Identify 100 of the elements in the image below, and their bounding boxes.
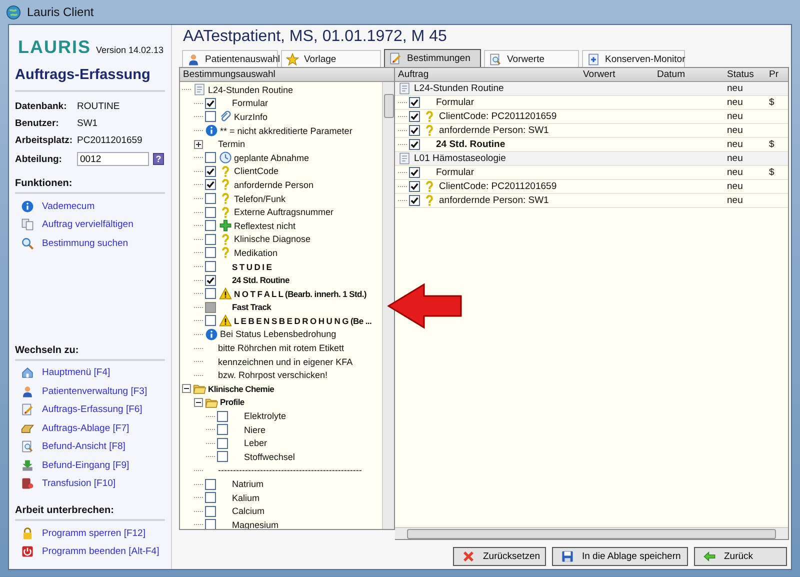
checkbox[interactable] xyxy=(217,451,228,462)
sidebar-link[interactable]: Vademecum xyxy=(42,200,95,212)
tree-item[interactable]: 24 Std. Routine xyxy=(232,275,290,286)
tree-group[interactable]: Profile xyxy=(220,397,244,408)
tree-item[interactable]: N O T F A L L (Bearb. innerh. 1 Std.) xyxy=(234,288,366,299)
checkbox[interactable] xyxy=(205,166,216,177)
checkbox[interactable] xyxy=(409,125,420,136)
tree-item[interactable]: ClientCode xyxy=(234,166,279,176)
checkbox[interactable] xyxy=(409,181,420,192)
column-header[interactable]: Datum xyxy=(657,68,727,81)
tab[interactable]: Patientenauswahl xyxy=(182,50,278,67)
tab[interactable]: Konserven-Monitor xyxy=(582,50,685,67)
status-cell-text: neu xyxy=(727,167,744,178)
department-field[interactable]: 0012 xyxy=(77,152,149,166)
tree-item[interactable]: Stoffwechsel xyxy=(244,452,295,462)
tree-item[interactable]: Medikation xyxy=(234,248,278,258)
tree-item[interactable]: Elektrolyte xyxy=(244,411,286,422)
tree-item[interactable]: Formular xyxy=(232,98,268,108)
checkbox[interactable] xyxy=(205,288,216,300)
tree-item[interactable]: Natrium xyxy=(232,479,264,490)
checkbox[interactable] xyxy=(217,410,228,422)
checkbox[interactable] xyxy=(205,111,216,122)
expand-toggle[interactable] xyxy=(182,384,191,394)
checkbox[interactable] xyxy=(205,152,216,164)
checkbox[interactable] xyxy=(217,438,228,449)
tree-group[interactable]: Klinische Chemie xyxy=(208,384,274,394)
tree-item[interactable]: Reflextest nicht xyxy=(234,220,296,231)
tab[interactable]: Bestimmungen xyxy=(384,49,481,67)
sidebar-link[interactable]: Transfusion [F10] xyxy=(42,478,116,490)
checkbox[interactable] xyxy=(205,261,216,272)
checkbox[interactable] xyxy=(409,139,420,150)
info-icon xyxy=(205,328,218,341)
action-button[interactable]: Zurück xyxy=(694,547,787,566)
checkbox[interactable] xyxy=(205,234,216,245)
tree-item[interactable]: L E B E N S B E D R O H U N G (Be ... xyxy=(234,316,372,326)
checkbox[interactable] xyxy=(205,206,216,218)
tree-item[interactable]: Leber xyxy=(244,438,268,448)
sidebar-link[interactable]: Bestimmung suchen xyxy=(42,238,128,249)
column-header[interactable]: Vorwert xyxy=(583,68,657,81)
checkbox[interactable] xyxy=(217,424,228,436)
tree-note: Bei Status Lebensbedrohung xyxy=(220,329,336,340)
checkbox[interactable] xyxy=(205,98,216,109)
checkbox[interactable] xyxy=(409,195,420,206)
checkbox[interactable] xyxy=(205,492,216,504)
checkbox[interactable] xyxy=(205,274,216,286)
checkbox[interactable] xyxy=(409,111,420,122)
checkbox[interactable] xyxy=(205,220,216,232)
column-header[interactable]: Status xyxy=(727,68,769,81)
version-label: Version 14.02.13 xyxy=(96,45,164,57)
horizontal-scrollbar[interactable] xyxy=(395,527,788,539)
checkbox[interactable] xyxy=(205,193,216,204)
tree-note: ------------------------------------------------ xyxy=(218,465,362,476)
search-icon xyxy=(21,236,34,250)
status-cell-text: neu xyxy=(727,83,744,94)
tab[interactable]: Vorlage xyxy=(281,50,381,67)
tree-item[interactable]: Niere xyxy=(244,424,266,435)
sidebar-link[interactable]: Programm sperren [F12] xyxy=(42,528,146,539)
checkbox[interactable] xyxy=(205,247,216,258)
tree-item[interactable]: Calcium xyxy=(232,506,265,516)
help-button[interactable]: ? xyxy=(153,153,164,165)
checkbox[interactable] xyxy=(205,478,216,490)
checkbox[interactable] xyxy=(409,97,420,108)
checkbox[interactable] xyxy=(205,179,216,190)
question-icon xyxy=(219,232,232,246)
tree-item[interactable]: Telefon/Funk xyxy=(234,194,286,204)
column-header[interactable]: Auftrag xyxy=(395,68,583,81)
checkbox[interactable] xyxy=(409,167,420,178)
tree-item[interactable]: S T U D I E xyxy=(232,262,272,272)
action-button[interactable]: In die Ablage speichern xyxy=(552,547,688,566)
column-header[interactable]: Pr xyxy=(769,68,782,81)
question-icon xyxy=(219,178,232,192)
sidebar-link[interactable]: Befund-Eingang [F9] xyxy=(42,460,130,471)
expand-toggle[interactable] xyxy=(194,140,203,149)
tree-item[interactable]: KurzInfo xyxy=(234,112,268,122)
tree-item[interactable]: geplante Abnahme xyxy=(234,152,310,163)
sidebar-link[interactable]: Auftrags-Ablage [F7] xyxy=(42,422,130,434)
checkbox[interactable] xyxy=(205,506,216,517)
checkbox[interactable] xyxy=(205,519,216,529)
sidebar-link[interactable]: Programm beenden [Alt-F4] xyxy=(42,546,160,558)
checkbox[interactable] xyxy=(205,315,216,326)
scrollbar-thumb[interactable] xyxy=(407,529,776,539)
tree-group[interactable]: L24-Stunden Routine xyxy=(208,84,294,95)
scrollbar-thumb[interactable] xyxy=(384,94,394,118)
tab[interactable]: Vorwerte xyxy=(484,50,579,67)
power-icon xyxy=(21,545,34,558)
tree-item[interactable]: Klinische Diagnose xyxy=(234,234,311,244)
sidebar-link[interactable]: Auftrag vervielfältigen xyxy=(42,219,134,230)
save-icon xyxy=(561,550,574,563)
tree-item[interactable]: Kalium xyxy=(232,492,260,503)
section-title: Arbeit unterbrechen: xyxy=(15,505,165,521)
tree-item[interactable]: anfordernde Person xyxy=(234,180,314,190)
sidebar-link[interactable]: Patientenverwaltung [F3] xyxy=(42,386,148,397)
sidebar-link[interactable]: Befund-Ansicht [F8] xyxy=(42,441,126,452)
status-cell-text: neu xyxy=(727,111,744,122)
tree-item[interactable]: Externe Auftragsnummer xyxy=(234,207,334,218)
sidebar-link[interactable]: Auftrags-Erfassung [F6] xyxy=(42,404,142,416)
action-button[interactable]: Zurücksetzen xyxy=(453,547,546,566)
vertical-scrollbar[interactable] xyxy=(382,82,394,529)
expand-toggle[interactable] xyxy=(194,398,203,407)
sidebar-link[interactable]: Hauptmenü [F4] xyxy=(42,367,110,378)
